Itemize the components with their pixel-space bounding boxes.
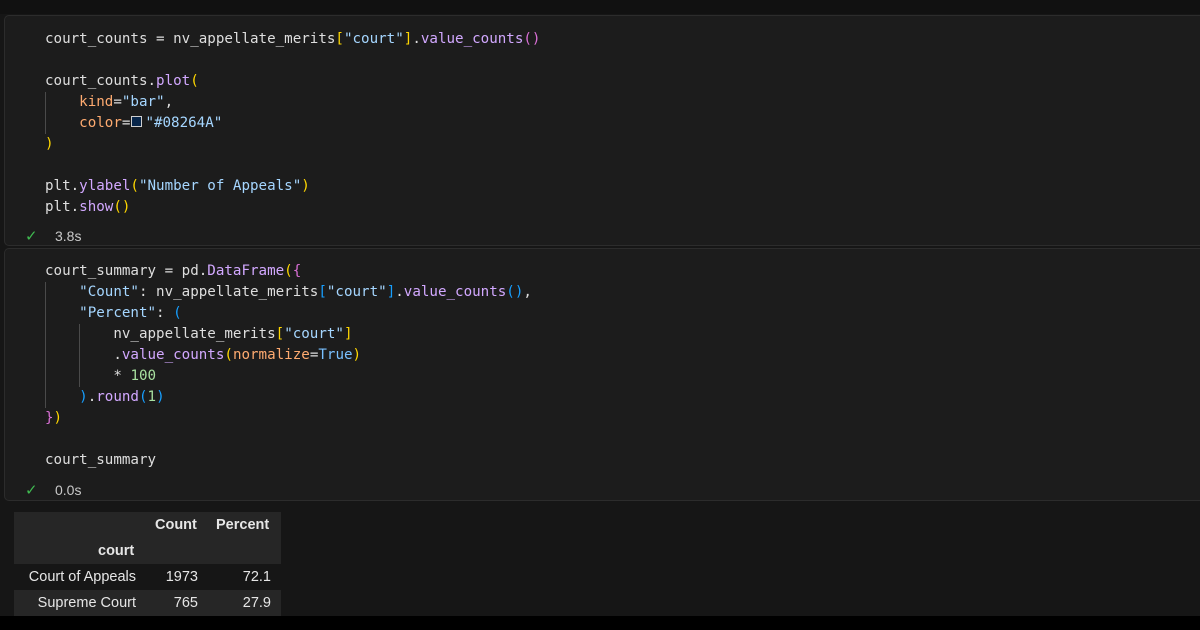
code-line: court_counts = nv_appellate_merits["cour… [45,31,541,47]
column-header-count: Count [155,517,197,533]
code-line: court_counts.plot( [45,73,199,89]
code-line: court_summary = pd.DataFrame({ [45,263,302,279]
code-line: color= "#08264A" [79,115,223,131]
cell-status: ✓ 3.8s [25,227,82,245]
execution-time: 0.0s [55,482,82,498]
code-line: plt.show() [45,199,131,215]
row-index: Supreme Court [37,595,136,611]
code-line: ).round(1) [79,389,165,405]
code-cell-1[interactable]: court_counts = nv_appellate_merits["cour… [4,15,1200,246]
code-line: court_summary [45,452,157,468]
top-bar [0,0,1200,14]
check-icon: ✓ [25,227,38,245]
code-line: plt.ylabel("Number of Appeals") [45,178,310,194]
code-line: kind="bar", [79,94,174,110]
code-line: nv_appellate_merits["court"] [113,326,353,342]
index-header-row: court [14,538,281,564]
table-row: Court of Appeals 1973 72.1 [14,564,281,590]
bottom-bar [0,616,1200,630]
color-swatch[interactable] [131,116,143,127]
code-line: .value_counts(normalize=True) [113,347,362,363]
code-line: "Count": nv_appellate_merits["court"].va… [79,284,532,300]
cell-status: ✓ 0.0s [25,481,82,499]
table-row: Supreme Court 765 27.9 [14,590,281,616]
code-line: "Percent": ( [79,305,182,321]
percent-cell: 72.1 [242,569,271,585]
indent-guide [45,282,46,408]
check-icon: ✓ [25,481,38,499]
column-header-percent: Percent [216,517,270,533]
index-name: court [98,543,135,559]
table-header-row: Count Percent [14,512,281,538]
code-cell-2[interactable]: court_summary = pd.DataFrame({ "Count": … [4,248,1200,501]
count-cell: 1973 [165,569,198,585]
code-line: }) [45,410,63,426]
indent-guide [45,92,46,134]
count-cell: 765 [173,595,198,611]
execution-time: 3.8s [55,228,82,244]
code-line: ) [45,136,54,152]
percent-cell: 27.9 [242,595,271,611]
indent-guide [79,324,80,387]
row-index: Court of Appeals [28,569,136,585]
code-line: * 100 [113,368,157,384]
